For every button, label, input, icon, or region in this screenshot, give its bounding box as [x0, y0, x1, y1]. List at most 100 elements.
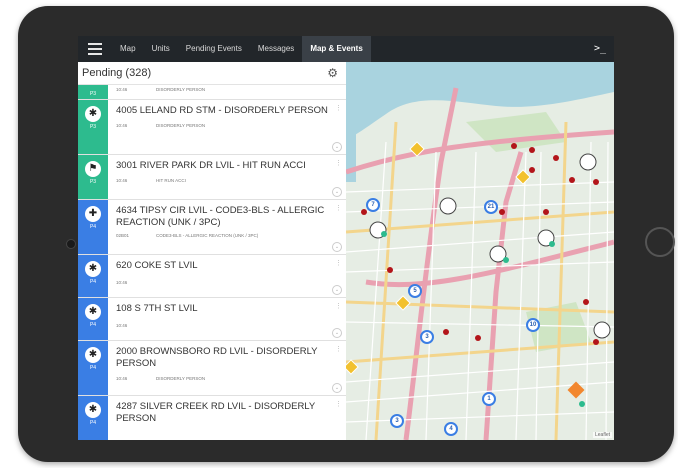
- priority-label: P3: [89, 124, 97, 130]
- hamburger-menu-icon[interactable]: [78, 36, 112, 62]
- chevron-down-icon[interactable]: ⌄: [332, 328, 342, 338]
- priority-label: P4: [89, 365, 97, 371]
- event-row-body: 108 S 7TH ST LVIL 10:46 ⋮ ⌄: [108, 298, 346, 340]
- event-row[interactable]: P3 10:46 DISORDERLY PERSON: [78, 85, 346, 100]
- event-row[interactable]: ✱ P4 108 S 7TH ST LVIL 10:46 ⋮ ⌄: [78, 298, 346, 341]
- event-meta: 10:46 HIT RUN ACCI: [116, 178, 332, 183]
- pending-header: Pending (328) ⚙: [78, 62, 346, 85]
- top-nav-bar: Map Units Pending Events Messages Map & …: [78, 36, 614, 62]
- priority-label: P4: [89, 279, 97, 285]
- priority-label: P4: [89, 322, 97, 328]
- event-address: 2000 BROWNSBORO RD LVIL - DISORDERLY PER…: [116, 346, 318, 369]
- more-options-icon[interactable]: ⋮: [335, 303, 342, 310]
- event-row-body: 620 COKE ST LVIL 10:46 ⋮ ⌄: [108, 255, 346, 297]
- tab-map[interactable]: Map: [112, 36, 144, 62]
- event-row[interactable]: ✱ P3 4005 LELAND RD STM - DISORDERLY PER…: [78, 100, 346, 155]
- person-icon: ✱: [85, 261, 101, 277]
- event-row-body: 4634 TIPSY CIR LVIL - CODE3-BLS - ALLERG…: [108, 200, 346, 254]
- tab-units[interactable]: Units: [144, 36, 178, 62]
- cluster-marker[interactable]: 21: [484, 200, 498, 214]
- cluster-marker[interactable]: 10: [526, 318, 540, 332]
- person-icon: ✱: [85, 106, 101, 122]
- event-address: 4634 TIPSY CIR LVIL - CODE3-BLS - ALLERG…: [116, 205, 325, 228]
- chevron-down-icon[interactable]: ⌄: [332, 187, 342, 197]
- priority-label: P3: [89, 179, 97, 185]
- event-row-body: 2000 BROWNSBORO RD LVIL - DISORDERLY PER…: [108, 341, 346, 395]
- person-icon: ✱: [85, 304, 101, 320]
- priority-bar: ✱ P3: [78, 100, 108, 154]
- cluster-marker[interactable]: 1: [482, 392, 496, 406]
- event-row-body: 10:46 DISORDERLY PERSON: [108, 85, 346, 99]
- event-time: 10:46: [116, 87, 128, 92]
- event-time: 10:46: [116, 323, 128, 328]
- event-time: 10:46: [116, 123, 128, 128]
- event-meta: 10:46 DISORDERLY PERSON: [116, 376, 332, 381]
- event-address: 4005 LELAND RD STM - DISORDERLY PERSON: [116, 105, 328, 116]
- event-row[interactable]: ✚ P4 4634 TIPSY CIR LVIL - CODE3-BLS - A…: [78, 200, 346, 255]
- event-meta: 10:46 DISORDERLY PERSON: [116, 123, 332, 128]
- event-address: 108 S 7TH ST LVIL: [116, 303, 198, 314]
- event-address: 3001 RIVER PARK DR LVIL - HIT RUN ACCI: [116, 160, 306, 171]
- priority-bar: ✱ P4: [78, 341, 108, 395]
- chevron-down-icon[interactable]: ⌄: [332, 242, 342, 252]
- chevron-down-icon[interactable]: ⌄: [332, 142, 342, 152]
- terminal-button[interactable]: >_: [586, 36, 614, 62]
- pending-events-panel: Pending (328) ⚙ P3 10:46 DISORDERLY PERS…: [78, 62, 347, 440]
- more-options-icon[interactable]: ⋮: [335, 260, 342, 267]
- chevron-down-icon[interactable]: ⌄: [332, 285, 342, 295]
- event-row[interactable]: ✱ P4 620 COKE ST LVIL 10:46 ⋮ ⌄: [78, 255, 346, 298]
- priority-bar: ✚ P4: [78, 200, 108, 254]
- more-options-icon[interactable]: ⋮: [335, 105, 342, 112]
- cluster-marker[interactable]: 7: [366, 198, 380, 212]
- tab-map-events[interactable]: Map & Events: [302, 36, 371, 62]
- event-meta: 10:46 DISORDERLY PERSON: [116, 87, 332, 92]
- more-options-icon[interactable]: ⋮: [335, 205, 342, 212]
- event-row-body: 4287 SILVER CREEK RD LVIL - DISORDERLY P…: [108, 396, 346, 440]
- event-type: DISORDERLY PERSON: [156, 376, 206, 381]
- priority-bar: ⚑ P3: [78, 155, 108, 199]
- more-options-icon[interactable]: ⋮: [335, 346, 342, 353]
- event-row[interactable]: ✱ P4 2000 BROWNSBORO RD LVIL - DISORDERL…: [78, 341, 346, 396]
- priority-bar: ✱ P4: [78, 298, 108, 340]
- gear-icon[interactable]: ⚙: [327, 66, 338, 80]
- event-type: DISORDERLY PERSON: [156, 123, 206, 128]
- cluster-marker[interactable]: 3: [390, 414, 404, 428]
- event-meta: 10:46: [116, 280, 332, 285]
- event-row[interactable]: ✱ P4 4287 SILVER CREEK RD LVIL - DISORDE…: [78, 396, 346, 440]
- app-screen: Map Units Pending Events Messages Map & …: [78, 36, 614, 440]
- event-time: 10:46: [116, 178, 128, 183]
- map-attribution[interactable]: Leaflet: [592, 432, 612, 438]
- car-crash-icon: ⚑: [85, 161, 101, 177]
- event-time: 10:46: [116, 280, 128, 285]
- event-row-body: 4005 LELAND RD STM - DISORDERLY PERSON 1…: [108, 100, 346, 154]
- priority-bar: ✱ P4: [78, 396, 108, 440]
- more-options-icon[interactable]: ⋮: [335, 160, 342, 167]
- street-map: [346, 62, 614, 440]
- cluster-marker[interactable]: 4: [444, 422, 458, 436]
- event-meta: 10:46: [116, 323, 332, 328]
- priority-bar: P3: [78, 85, 108, 99]
- medical-icon: ✚: [85, 206, 101, 222]
- event-address: 4287 SILVER CREEK RD LVIL - DISORDERLY P…: [116, 401, 316, 424]
- event-type: HIT RUN ACCI: [156, 178, 186, 183]
- tab-pending-events[interactable]: Pending Events: [178, 36, 250, 62]
- pending-title: Pending (328): [82, 67, 152, 79]
- priority-label: P3: [89, 91, 97, 97]
- event-time: 10:46: [116, 376, 128, 381]
- event-type: DISORDERLY PERSON: [156, 87, 206, 92]
- nav-tabs: Map Units Pending Events Messages Map & …: [112, 36, 371, 62]
- chevron-down-icon[interactable]: ⌄: [332, 383, 342, 393]
- cluster-marker[interactable]: 5: [408, 284, 422, 298]
- home-button[interactable]: [645, 227, 675, 257]
- event-time: 02B01: [116, 233, 130, 238]
- person-icon: ✱: [85, 347, 101, 363]
- priority-label: P4: [89, 224, 97, 230]
- tab-messages[interactable]: Messages: [250, 36, 302, 62]
- priority-label: P4: [89, 420, 97, 426]
- person-icon: ✱: [85, 402, 101, 418]
- camera-icon: [66, 239, 76, 249]
- more-options-icon[interactable]: ⋮: [335, 401, 342, 408]
- map-view[interactable]: 7 21 5 3 10 1 3 4 Leaflet: [346, 62, 614, 440]
- cluster-marker[interactable]: 3: [420, 330, 434, 344]
- event-row[interactable]: ⚑ P3 3001 RIVER PARK DR LVIL - HIT RUN A…: [78, 155, 346, 200]
